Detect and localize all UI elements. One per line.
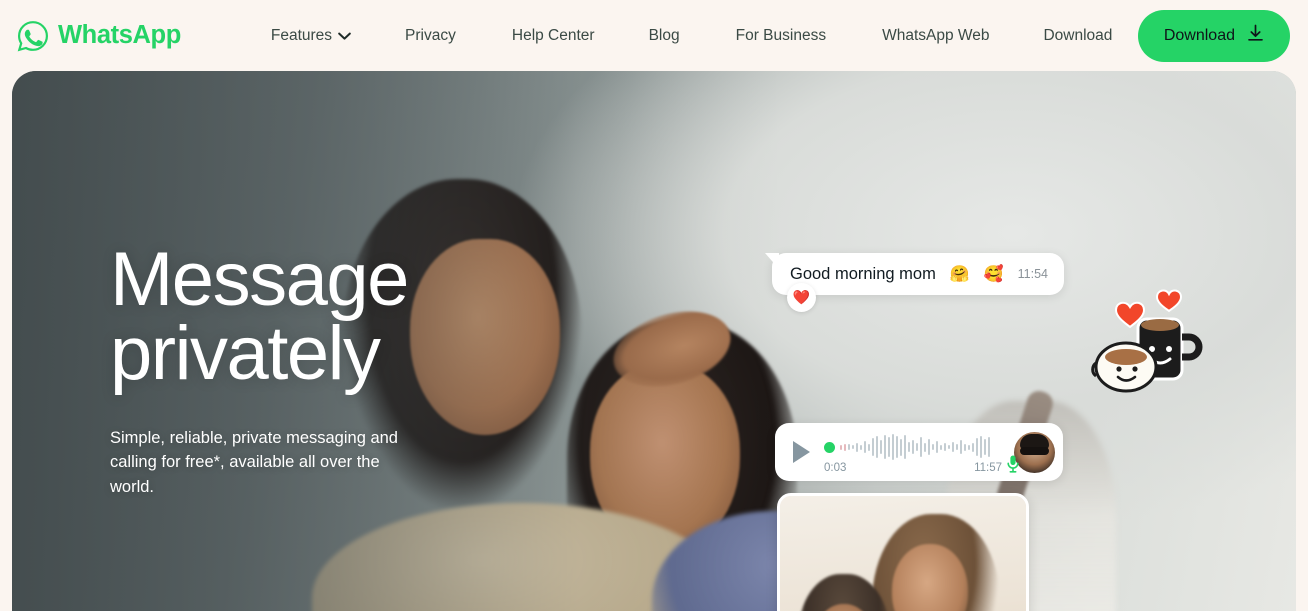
nav-label-blog: Blog xyxy=(648,26,680,44)
playhead-dot xyxy=(824,441,835,453)
chat-message-timestamp: 11:54 xyxy=(1017,267,1049,281)
download-cta-label: Download xyxy=(1163,26,1235,44)
chat-message-text: Good morning mom xyxy=(790,264,936,283)
nav-item-blog[interactable]: Blog xyxy=(633,19,696,53)
hero-copy: Message privately Simple, reliable, priv… xyxy=(110,242,470,499)
whatsapp-logo[interactable]: WhatsApp xyxy=(16,19,181,53)
voice-message-player: 0:03 11:57 xyxy=(775,423,1063,481)
nav-label-privacy: Privacy xyxy=(405,26,456,44)
hero-section: Message privately Simple, reliable, priv… xyxy=(12,71,1296,611)
voice-elapsed-time: 0:03 xyxy=(824,462,847,474)
coffee-cups-hearts-sticker xyxy=(1090,289,1206,401)
play-icon[interactable] xyxy=(793,441,810,463)
sunglasses-shape xyxy=(1020,446,1049,455)
site-header: WhatsApp Features Privacy Help Center Bl… xyxy=(0,0,1308,71)
voice-waveform[interactable] xyxy=(824,434,1008,460)
nav-item-help-center[interactable]: Help Center xyxy=(496,19,611,53)
logo-wordmark: WhatsApp xyxy=(58,21,181,49)
nav-label-for-business: For Business xyxy=(735,26,827,44)
heart-reaction-badge[interactable]: ❤️ xyxy=(787,283,816,312)
chevron-down-icon xyxy=(338,27,351,45)
contact-avatar xyxy=(1007,431,1055,473)
download-cta-button[interactable]: Download xyxy=(1137,9,1290,62)
hugging-face-emoji: 🤗 xyxy=(949,266,970,283)
smiling-face-with-hearts-emoji: 🥰 xyxy=(983,266,1004,283)
nav-label-help-center: Help Center xyxy=(511,26,595,44)
microphone-icon xyxy=(1006,454,1020,474)
nav-item-privacy[interactable]: Privacy xyxy=(389,19,472,53)
whatsapp-logo-icon xyxy=(16,19,50,53)
nav-item-whatsapp-web[interactable]: WhatsApp Web xyxy=(866,19,1005,53)
nav-item-download[interactable]: Download xyxy=(1027,19,1128,53)
nav-label-download: Download xyxy=(1043,26,1113,44)
nav-item-features[interactable]: Features xyxy=(255,19,367,53)
hero-title-line-2: privately xyxy=(110,311,381,397)
voice-message-timestamp: 11:57 xyxy=(974,462,1002,474)
shared-photo-card[interactable] xyxy=(777,493,1029,611)
hero-subtitle: Simple, reliable, private messaging and … xyxy=(110,428,398,496)
download-arrow-icon xyxy=(1247,24,1264,47)
hero-title-line-1: Message xyxy=(110,237,409,322)
voice-waveform-area: 0:03 11:57 xyxy=(824,430,1008,474)
nav-label-features: Features xyxy=(270,26,333,44)
heart-icon: ❤️ xyxy=(792,289,811,305)
main-navigation: Features Privacy Help Center Blog For Bu… xyxy=(255,19,1138,53)
nav-label-whatsapp-web: WhatsApp Web xyxy=(882,26,990,44)
page-title: Message privately xyxy=(110,242,470,392)
chat-message-bubble: Good morning mom 🤗 🥰 11:54 xyxy=(772,253,1065,295)
nav-item-for-business[interactable]: For Business xyxy=(720,19,842,53)
